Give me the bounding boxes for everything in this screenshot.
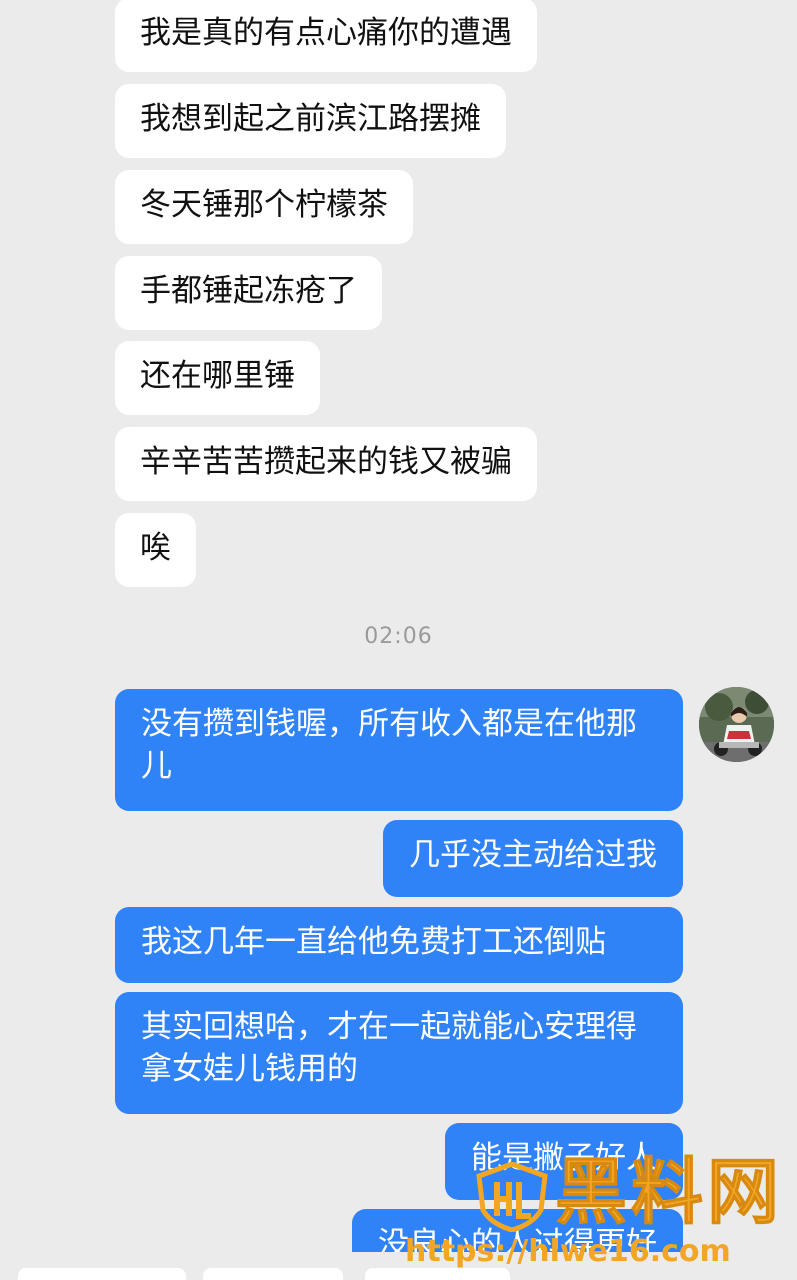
message-text: 唉 (140, 530, 171, 566)
outgoing-message-bubble[interactable]: 几乎没主动给过我 (383, 820, 683, 897)
message-text: 手都锤起冻疮了 (140, 273, 357, 309)
bottom-tab[interactable] (18, 1268, 186, 1280)
hl-shield-logo-icon (475, 1161, 550, 1233)
incoming-message-bubble[interactable]: 还在哪里锤 (115, 341, 320, 415)
incoming-message-bubble[interactable]: 手都锤起冻疮了 (115, 256, 382, 330)
bottom-tab[interactable] (203, 1268, 343, 1280)
watermark-title: 黑料网 (554, 1150, 784, 1234)
avatar-image (699, 687, 774, 762)
outgoing-message-bubble[interactable]: 没有攒到钱喔，所有收入都是在他那儿 (115, 689, 683, 811)
site-watermark: 黑料网 https://hlwe16.com (405, 1152, 785, 1280)
incoming-message-bubble[interactable]: 辛辛苦苦攒起来的钱又被骗 (115, 427, 537, 501)
message-text: 我想到起之前滨江路摆摊 (140, 101, 481, 137)
message-text: 其实回想哈，才在一起就能心安理得拿女娃儿钱用的 (141, 1009, 637, 1087)
message-text: 我是真的有点心痛你的遭遇 (140, 15, 512, 51)
incoming-message-bubble[interactable]: 冬天锤那个柠檬茶 (115, 170, 413, 244)
message-text: 几乎没主动给过我 (409, 837, 657, 873)
message-text: 冬天锤那个柠檬茶 (140, 187, 388, 223)
message-timestamp: 02:06 (364, 624, 433, 649)
message-text: 辛辛苦苦攒起来的钱又被骗 (140, 444, 512, 480)
watermark-url: https://hlwe16.com (405, 1234, 731, 1269)
incoming-message-bubble[interactable]: 我是真的有点心痛你的遭遇 (115, 0, 537, 72)
message-text: 我这几年一直给他免费打工还倒贴 (141, 924, 606, 960)
incoming-message-bubble[interactable]: 我想到起之前滨江路摆摊 (115, 84, 506, 158)
message-text: 没有攒到钱喔，所有收入都是在他那儿 (141, 706, 637, 784)
outgoing-message-bubble[interactable]: 我这几年一直给他免费打工还倒贴 (115, 907, 683, 983)
message-text: 还在哪里锤 (140, 358, 295, 394)
outgoing-message-bubble[interactable]: 其实回想哈，才在一起就能心安理得拿女娃儿钱用的 (115, 992, 683, 1114)
user-photo-avatar[interactable] (699, 687, 774, 762)
incoming-message-bubble[interactable]: 唉 (115, 513, 196, 587)
chat-window: 我是真的有点心痛你的遭遇 我想到起之前滨江路摆摊 冬天锤那个柠檬茶 手都锤起冻疮… (0, 0, 797, 1280)
